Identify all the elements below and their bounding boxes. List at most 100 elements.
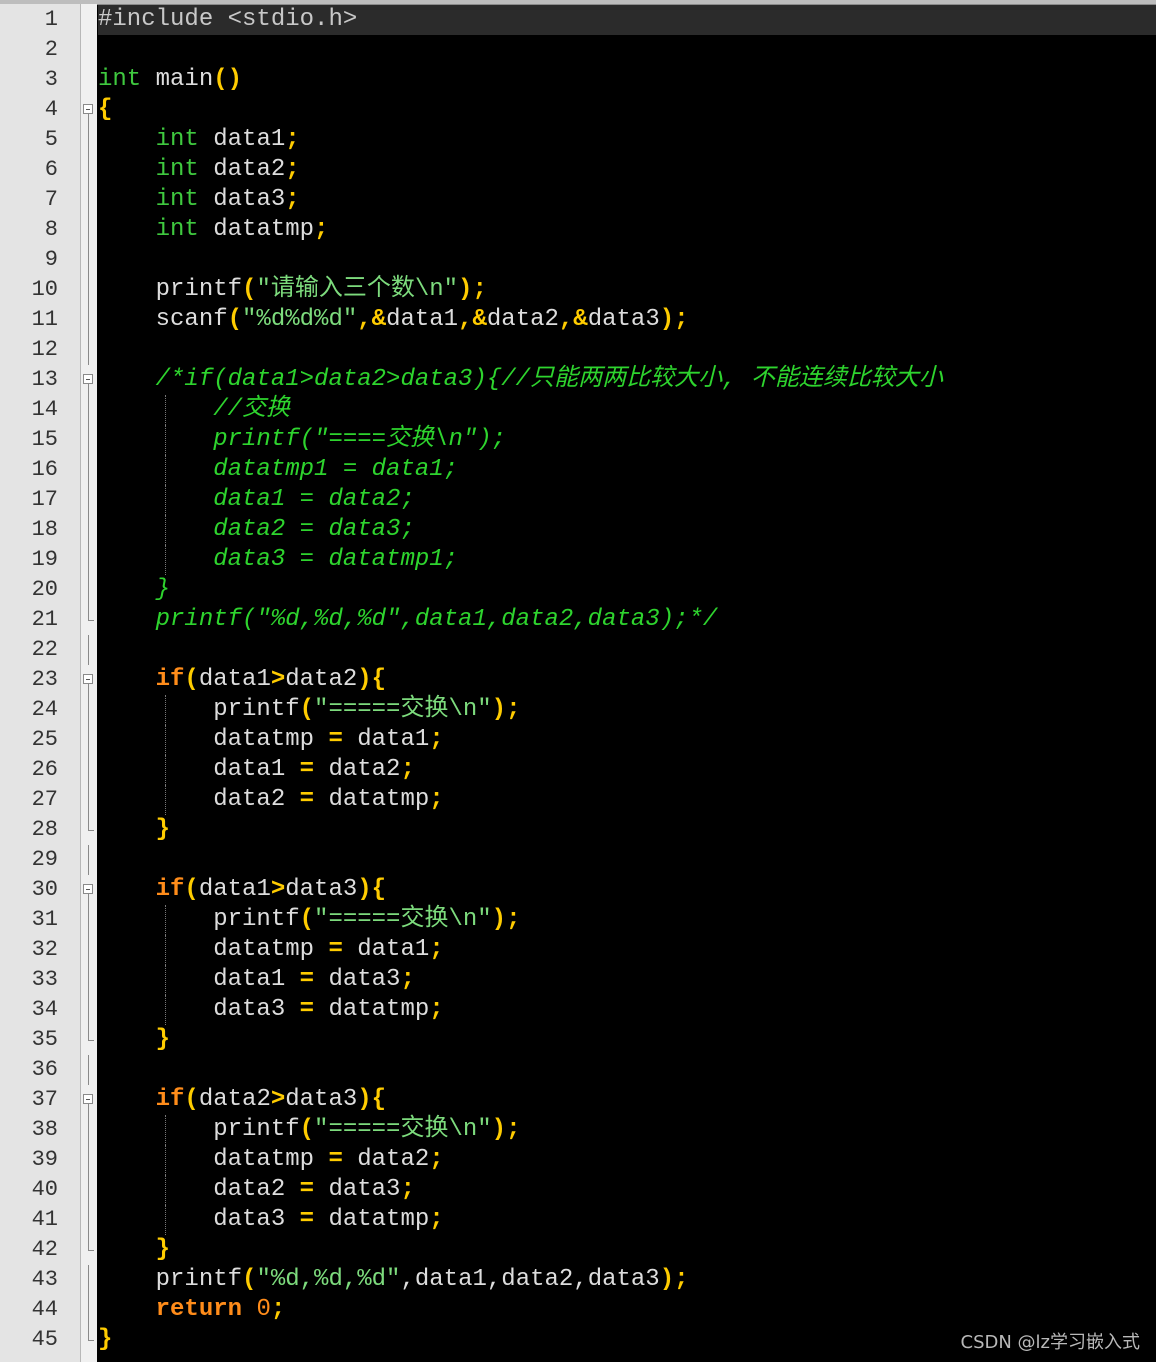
code-line[interactable]: 16 datatmp1 = data1; bbox=[0, 455, 1156, 485]
line-number: 16 bbox=[31, 457, 58, 482]
code-text[interactable]: data1 = data2; bbox=[98, 755, 1156, 785]
code-line[interactable]: 32 datatmp = data1; bbox=[0, 935, 1156, 965]
code-text[interactable]: printf("=====交换\n"); bbox=[98, 905, 1156, 935]
code-text[interactable] bbox=[98, 335, 1156, 365]
code-line[interactable]: 35 } bbox=[0, 1025, 1156, 1055]
code-text[interactable]: int data1; bbox=[98, 125, 1156, 155]
code-text[interactable] bbox=[98, 845, 1156, 875]
fold-toggle-icon[interactable] bbox=[81, 665, 97, 695]
code-line[interactable]: 1 #include <stdio.h> bbox=[0, 5, 1156, 35]
code-text[interactable]: data2 = data3; bbox=[98, 1175, 1156, 1205]
code-line[interactable]: 37 if(data2>data3){ bbox=[0, 1085, 1156, 1115]
code-line[interactable]: 17 data1 = data2; bbox=[0, 485, 1156, 515]
code-line[interactable]: 4{ bbox=[0, 95, 1156, 125]
code-text[interactable]: data1 = data3; bbox=[98, 965, 1156, 995]
code-line[interactable]: 12 bbox=[0, 335, 1156, 365]
code-line[interactable]: 29 bbox=[0, 845, 1156, 875]
code-line[interactable]: 9 bbox=[0, 245, 1156, 275]
code-line[interactable]: 44 return 0; bbox=[0, 1295, 1156, 1325]
line-number: 8 bbox=[44, 217, 58, 242]
code-text[interactable]: data3 = datatmp1; bbox=[98, 545, 1156, 575]
code-line[interactable]: 18 data2 = data3; bbox=[0, 515, 1156, 545]
code-text[interactable]: data2 = datatmp; bbox=[98, 785, 1156, 815]
code-text[interactable]: datatmp = data1; bbox=[98, 725, 1156, 755]
code-text[interactable]: } bbox=[98, 1025, 1156, 1055]
code-line[interactable]: 6 int data2; bbox=[0, 155, 1156, 185]
code-line[interactable]: 3 int main() bbox=[0, 65, 1156, 95]
code-line[interactable]: 5 int data1; bbox=[0, 125, 1156, 155]
code-text[interactable]: if(data1>data3){ bbox=[98, 875, 1156, 905]
code-line[interactable]: 11 scanf("%d%d%d",&data1,&data2,&data3); bbox=[0, 305, 1156, 335]
code-line[interactable]: 40 data2 = data3; bbox=[0, 1175, 1156, 1205]
code-line[interactable]: 43 printf("%d,%d,%d",data1,data2,data3); bbox=[0, 1265, 1156, 1295]
code-editor[interactable]: 1 #include <stdio.h> 2 3 int main() 4{5 int d… bbox=[0, 0, 1156, 1362]
code-text[interactable]: printf("请输入三个数\n"); bbox=[98, 275, 1156, 305]
code-text[interactable]: if(data1>data2){ bbox=[98, 665, 1156, 695]
code-text[interactable]: data2 = data3; bbox=[98, 515, 1156, 545]
code-text[interactable]: if(data2>data3){ bbox=[98, 1085, 1156, 1115]
code-text[interactable]: data1 = data2; bbox=[98, 485, 1156, 515]
code-line[interactable]: 24 printf("=====交换\n"); bbox=[0, 695, 1156, 725]
code-line[interactable]: 13 /*if(data1>data2>data3){//只能两两比较大小, 不… bbox=[0, 365, 1156, 395]
code-line[interactable]: 27 data2 = datatmp; bbox=[0, 785, 1156, 815]
code-text[interactable]: datatmp = data1; bbox=[98, 935, 1156, 965]
code-text[interactable]: } bbox=[98, 815, 1156, 845]
fold-toggle-icon[interactable] bbox=[81, 875, 97, 905]
code-text[interactable]: printf("%d,%d,%d",data1,data2,data3);*/ bbox=[98, 605, 1156, 635]
code-text[interactable]: #include <stdio.h> bbox=[98, 5, 1156, 35]
code-text[interactable]: } bbox=[98, 575, 1156, 605]
code-text[interactable]: printf("=====交换\n"); bbox=[98, 1115, 1156, 1145]
code-text[interactable]: { bbox=[98, 95, 1156, 125]
code-line[interactable]: 25 datatmp = data1; bbox=[0, 725, 1156, 755]
code-text[interactable]: return 0; bbox=[98, 1295, 1156, 1325]
code-text[interactable]: /*if(data1>data2>data3){//只能两两比较大小, 不能连续… bbox=[98, 365, 1156, 395]
code-text[interactable]: int main() bbox=[98, 65, 1156, 95]
fold-toggle-icon[interactable] bbox=[81, 1085, 97, 1115]
code-line[interactable]: 8 int datatmp; bbox=[0, 215, 1156, 245]
code-text[interactable] bbox=[98, 245, 1156, 275]
code-text[interactable]: //交换 bbox=[98, 395, 1156, 425]
code-line[interactable]: 33 data1 = data3; bbox=[0, 965, 1156, 995]
code-text[interactable]: data3 = datatmp; bbox=[98, 1205, 1156, 1235]
code-line[interactable]: 15 printf("====交换\n"); bbox=[0, 425, 1156, 455]
line-number: 2 bbox=[44, 37, 58, 62]
code-line[interactable]: 26 data1 = data2; bbox=[0, 755, 1156, 785]
code-line[interactable]: 20 } bbox=[0, 575, 1156, 605]
code-line[interactable]: 23 if(data1>data2){ bbox=[0, 665, 1156, 695]
code-text[interactable]: } bbox=[98, 1235, 1156, 1265]
code-text[interactable]: printf("%d,%d,%d",data1,data2,data3); bbox=[98, 1265, 1156, 1295]
code-text[interactable]: data3 = datatmp; bbox=[98, 995, 1156, 1025]
code-line[interactable]: 14 //交换 bbox=[0, 395, 1156, 425]
code-line[interactable]: 41 data3 = datatmp; bbox=[0, 1205, 1156, 1235]
fold-line bbox=[81, 755, 97, 785]
code-line[interactable]: 42 } bbox=[0, 1235, 1156, 1265]
code-line[interactable]: 22 bbox=[0, 635, 1156, 665]
code-line[interactable]: 2 bbox=[0, 35, 1156, 65]
code-line[interactable]: 34 data3 = datatmp; bbox=[0, 995, 1156, 1025]
code-text[interactable] bbox=[98, 1055, 1156, 1085]
code-line[interactable]: 21 printf("%d,%d,%d",data1,data2,data3);… bbox=[0, 605, 1156, 635]
code-text[interactable] bbox=[98, 635, 1156, 665]
code-line[interactable]: 7 int data3; bbox=[0, 185, 1156, 215]
code-text[interactable]: int data3; bbox=[98, 185, 1156, 215]
fold-toggle-icon[interactable] bbox=[81, 95, 97, 125]
code-line[interactable]: 36 bbox=[0, 1055, 1156, 1085]
code-line[interactable]: 38 printf("=====交换\n"); bbox=[0, 1115, 1156, 1145]
code-text[interactable]: datatmp = data2; bbox=[98, 1145, 1156, 1175]
fold-toggle-icon[interactable] bbox=[81, 365, 97, 395]
code-line[interactable]: 39 datatmp = data2; bbox=[0, 1145, 1156, 1175]
code-line[interactable]: 19 data3 = datatmp1; bbox=[0, 545, 1156, 575]
code-text[interactable]: scanf("%d%d%d",&data1,&data2,&data3); bbox=[98, 305, 1156, 335]
code-line[interactable]: 28 } bbox=[0, 815, 1156, 845]
code-line[interactable]: 31 printf("=====交换\n"); bbox=[0, 905, 1156, 935]
code-text[interactable]: int datatmp; bbox=[98, 215, 1156, 245]
code-text[interactable]: printf("=====交换\n"); bbox=[98, 695, 1156, 725]
code-text[interactable]: printf("====交换\n"); bbox=[98, 425, 1156, 455]
code-line[interactable]: 10 printf("请输入三个数\n"); bbox=[0, 275, 1156, 305]
code-text[interactable]: datatmp1 = data1; bbox=[98, 455, 1156, 485]
code-text[interactable]: int data2; bbox=[98, 155, 1156, 185]
code-line[interactable]: 30 if(data1>data3){ bbox=[0, 875, 1156, 905]
code-token: data2 bbox=[98, 786, 300, 813]
code-text[interactable] bbox=[98, 35, 1156, 65]
code-token: data1 bbox=[198, 126, 286, 153]
